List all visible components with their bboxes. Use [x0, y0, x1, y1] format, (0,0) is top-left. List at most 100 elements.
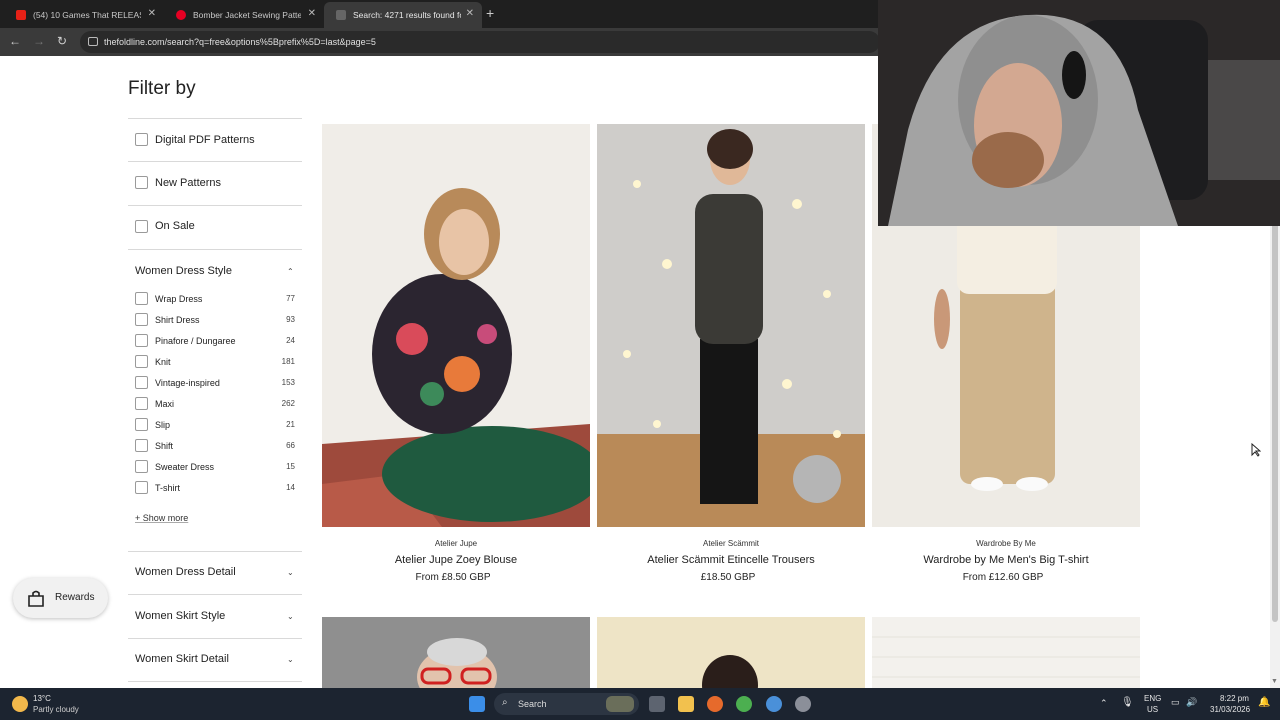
- product-brand[interactable]: Atelier Scämmit: [597, 539, 865, 548]
- divider: [128, 161, 302, 162]
- checkbox-knit[interactable]: [135, 355, 148, 368]
- option-label[interactable]: Maxi: [155, 399, 174, 409]
- chevron-up-icon[interactable]: ⌃: [287, 267, 294, 276]
- checkbox-digital-pdf[interactable]: [135, 133, 148, 146]
- address-bar[interactable]: thefoldline.com/search?q=free&options%5B…: [80, 31, 880, 53]
- filter-digital-pdf-label[interactable]: Digital PDF Patterns: [155, 134, 255, 146]
- product-brand[interactable]: Wardrobe By Me: [872, 539, 1140, 548]
- checkbox-pinafore[interactable]: [135, 334, 148, 347]
- product-brand[interactable]: Atelier Jupe: [322, 539, 590, 548]
- windows-start-icon[interactable]: [469, 696, 485, 712]
- reload-icon[interactable]: ↻: [57, 34, 67, 48]
- tab-pinterest[interactable]: Bomber Jacket Sewing Pattern | ✕: [164, 2, 324, 28]
- taskbar-search-box[interactable]: ⌕ Search: [494, 693, 639, 715]
- product-image[interactable]: [322, 617, 590, 688]
- option-label[interactable]: T-shirt: [155, 483, 180, 493]
- chevron-down-icon[interactable]: ⌄: [287, 612, 294, 621]
- weather-desc[interactable]: Partly cloudy: [33, 705, 79, 714]
- mouse-cursor-icon: [1251, 443, 1261, 457]
- product-name[interactable]: Atelier Scämmit Etincelle Trousers: [597, 554, 865, 566]
- section-women-skirt-style[interactable]: Women Skirt Style: [135, 610, 225, 622]
- option-count: 15: [286, 462, 295, 471]
- product-photo: [322, 124, 590, 527]
- divider: [128, 205, 302, 206]
- tab-search-results[interactable]: Search: 4271 results found for " ✕: [324, 2, 482, 28]
- filter-on-sale-label[interactable]: On Sale: [155, 220, 195, 232]
- checkbox-shirt-dress[interactable]: [135, 313, 148, 326]
- close-tab-icon[interactable]: ✕: [466, 8, 474, 19]
- divider: [128, 638, 302, 639]
- microphone-icon[interactable]: 🎙: [1121, 697, 1134, 708]
- close-tab-icon[interactable]: ✕: [308, 8, 316, 19]
- rewards-label: Rewards: [55, 592, 95, 603]
- option-count: 24: [286, 336, 295, 345]
- language-bottom[interactable]: US: [1147, 705, 1158, 714]
- checkbox-wrap-dress[interactable]: [135, 292, 148, 305]
- product-image[interactable]: [597, 617, 865, 688]
- rewards-button[interactable]: Rewards: [13, 578, 108, 618]
- option-label[interactable]: Pinafore / Dungaree: [155, 336, 236, 346]
- chevron-up-icon[interactable]: ⌃: [1100, 698, 1108, 709]
- option-label[interactable]: Knit: [155, 357, 171, 367]
- checkbox-new-patterns[interactable]: [135, 176, 148, 189]
- notification-icon[interactable]: 🔔: [1258, 697, 1270, 708]
- checkbox-t-shirt[interactable]: [135, 481, 148, 494]
- scroll-down-icon[interactable]: ▼: [1271, 678, 1278, 685]
- brave-icon[interactable]: [707, 696, 723, 712]
- network-icon[interactable]: ▭: [1171, 697, 1180, 708]
- filter-new-patterns-label[interactable]: New Patterns: [155, 177, 221, 189]
- checkbox-sweater-dress[interactable]: [135, 460, 148, 473]
- option-count: 93: [286, 315, 295, 324]
- product-image[interactable]: [872, 617, 1140, 688]
- tab-youtube[interactable]: (54) 10 Games That RELEASED ✕: [4, 2, 164, 28]
- product-image[interactable]: [597, 124, 865, 527]
- chevron-down-icon[interactable]: ⌄: [287, 655, 294, 664]
- site-info-icon[interactable]: [88, 37, 98, 46]
- checkbox-shift[interactable]: [135, 439, 148, 452]
- chrome-icon[interactable]: [736, 696, 752, 712]
- option-count: 66: [286, 441, 295, 450]
- webcam-overlay: [878, 0, 1280, 226]
- gift-bag-icon: [28, 590, 44, 607]
- option-label[interactable]: Vintage-inspired: [155, 378, 220, 388]
- obs-icon[interactable]: [795, 696, 811, 712]
- section-women-dress-style[interactable]: Women Dress Style: [135, 265, 232, 277]
- product-name[interactable]: Atelier Jupe Zoey Blouse: [322, 554, 590, 566]
- forward-icon[interactable]: →: [33, 34, 45, 48]
- option-label[interactable]: Slip: [155, 420, 170, 430]
- chrome-profile-icon[interactable]: [766, 696, 782, 712]
- option-label[interactable]: Wrap Dress: [155, 294, 202, 304]
- file-explorer-icon[interactable]: [678, 696, 694, 712]
- clock-date[interactable]: 31/03/2026: [1210, 705, 1250, 714]
- product-name[interactable]: Wardrobe by Me Men's Big T-shirt: [872, 554, 1140, 566]
- divider: [128, 681, 302, 682]
- option-label[interactable]: Shirt Dress: [155, 315, 200, 325]
- back-icon[interactable]: ←: [9, 34, 21, 48]
- checkbox-maxi[interactable]: [135, 397, 148, 410]
- checkbox-vintage-inspired[interactable]: [135, 376, 148, 389]
- webcam-feed: [878, 0, 1280, 226]
- search-highlight-icon: [606, 696, 634, 712]
- task-view-icon[interactable]: [649, 696, 665, 712]
- section-women-skirt-detail[interactable]: Women Skirt Detail: [135, 653, 229, 665]
- show-more-link[interactable]: + Show more: [135, 513, 188, 523]
- weather-icon[interactable]: [12, 696, 28, 712]
- chevron-down-icon[interactable]: ⌄: [287, 568, 294, 577]
- weather-temp[interactable]: 13°C: [33, 694, 51, 703]
- checkbox-slip[interactable]: [135, 418, 148, 431]
- product-image[interactable]: [322, 124, 590, 527]
- option-label[interactable]: Shift: [155, 441, 173, 451]
- product-photo: [322, 617, 590, 688]
- filter-title: Filter by: [128, 78, 196, 99]
- clock-time[interactable]: 8:22 pm: [1220, 694, 1249, 703]
- new-tab-icon[interactable]: +: [486, 5, 494, 21]
- option-label[interactable]: Sweater Dress: [155, 462, 214, 472]
- language-top[interactable]: ENG: [1144, 694, 1161, 703]
- product-price: From £8.50 GBP: [415, 572, 491, 583]
- section-women-dress-detail[interactable]: Women Dress Detail: [135, 566, 236, 578]
- option-count: 262: [281, 399, 295, 408]
- close-tab-icon[interactable]: ✕: [148, 8, 156, 19]
- checkbox-on-sale[interactable]: [135, 220, 148, 233]
- volume-icon[interactable]: 🔊: [1186, 697, 1197, 708]
- youtube-icon: [16, 10, 26, 20]
